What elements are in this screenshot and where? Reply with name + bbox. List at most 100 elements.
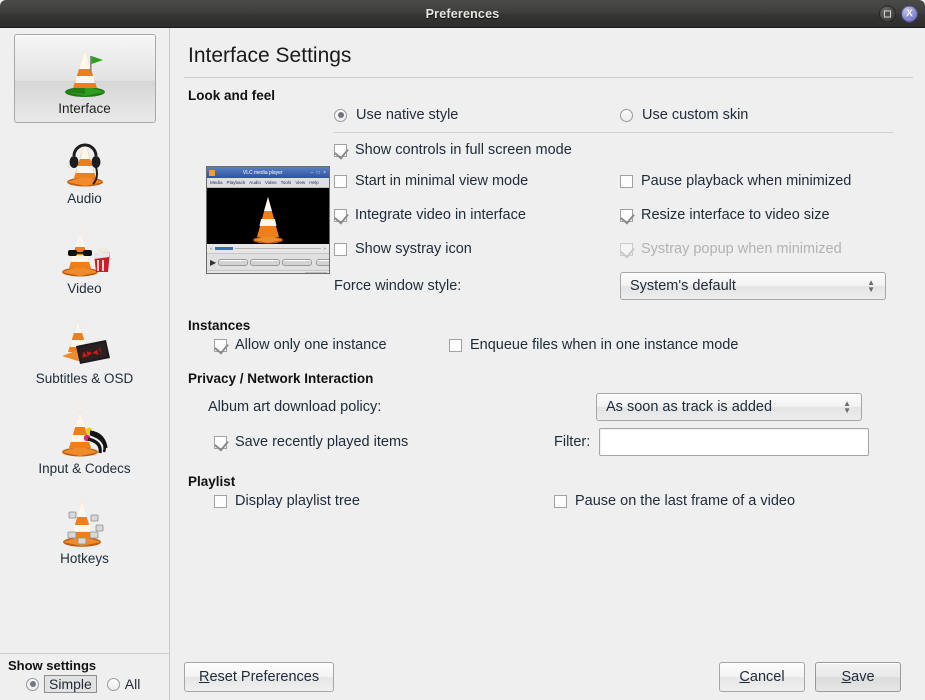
sidebar-item-hotkeys[interactable]: Hotkeys: [14, 484, 156, 573]
preferences-window: Preferences X Interface Audio Video ▲▶◀!…: [0, 0, 925, 700]
album-art-select[interactable]: As soon as track is added ▲ ▼: [596, 393, 862, 421]
reset-label: eset Preferences: [209, 669, 320, 685]
preview-menu-item: Media: [210, 180, 223, 185]
preview-window-buttons: ‒ □ ×: [310, 169, 327, 176]
checkbox-save-recent-box[interactable]: [214, 435, 227, 449]
checkbox-show-systray-box[interactable]: [334, 242, 347, 256]
force-window-style-select[interactable]: System's default ▲ ▼: [620, 272, 886, 300]
close-button[interactable]: X: [901, 5, 918, 22]
reset-mnemonic: R: [199, 669, 210, 685]
checkbox-resize-interface-label: Resize interface to video size: [641, 207, 830, 223]
preview-speed: 1.00x: [291, 273, 302, 274]
show-settings-all[interactable]: All: [106, 676, 141, 692]
checkbox-allow-one-instance-box[interactable]: [214, 338, 227, 352]
preview-fullscreen-icon: [316, 258, 329, 266]
show-settings-simple[interactable]: Simple: [26, 675, 97, 693]
preview-titlebar: VLC media player ‒ □ ×: [207, 167, 329, 178]
preview-stop-icon: [250, 258, 281, 266]
checkbox-enqueue-files-box[interactable]: [449, 338, 462, 352]
sidebar-item-video[interactable]: Video: [14, 214, 156, 303]
checkbox-save-recent[interactable]: Save recently played items: [184, 434, 554, 450]
radio-native-style-icon[interactable]: [334, 108, 347, 122]
checkbox-pause-last-frame[interactable]: Pause on the last frame of a video: [554, 493, 795, 509]
preview-seek-progress: [214, 247, 233, 250]
dialog-body: Interface Audio Video ▲▶◀! Subtitles & O…: [0, 28, 925, 700]
checkbox-pause-last-frame-box[interactable]: [554, 494, 567, 508]
checkbox-enqueue-files[interactable]: Enqueue files when in one instance mode: [449, 337, 738, 353]
checkbox-start-minimal-view-box[interactable]: [334, 174, 347, 188]
checkbox-systray-popup: Systray popup when minimized: [620, 241, 913, 257]
style-radio-group: Use native style Use custom skin: [184, 107, 913, 123]
sidebar-item-label: Interface: [58, 101, 111, 116]
checkbox-resize-interface[interactable]: Resize interface to video size: [620, 207, 913, 223]
preview-prev-icon: [218, 258, 249, 266]
instances-section: Instances Allow only one instance Enqueu…: [184, 318, 913, 353]
vlc-cone-subtitles-icon: ▲▶◀!: [54, 310, 116, 368]
instances-title: Instances: [188, 318, 251, 333]
preview-menu-item: Video: [264, 180, 277, 185]
checkbox-pause-last-frame-label: Pause on the last frame of a video: [575, 493, 796, 509]
sidebar-item-interface[interactable]: Interface: [13, 34, 156, 123]
playlist-section: Playlist Display playlist tree Pause on …: [184, 474, 913, 509]
look-and-feel-divider: [334, 132, 894, 133]
settings-sidebar: Interface Audio Video ▲▶◀! Subtitles & O…: [0, 28, 170, 700]
save-button[interactable]: Save: [815, 662, 901, 692]
checkbox-show-controls-fullscreen[interactable]: Show controls in full screen mode: [334, 142, 913, 158]
album-art-value: As soon as track is added: [606, 399, 773, 415]
sidebar-item-label: Input & Codecs: [38, 461, 131, 476]
checkbox-show-controls-fullscreen-box[interactable]: [334, 143, 347, 157]
radio-custom-skin-icon[interactable]: [620, 108, 633, 122]
options-row-1: Start in minimal view mode Pause playbac…: [334, 164, 913, 198]
preview-next-icon: [282, 258, 313, 266]
sidebar-item-input-codecs[interactable]: Input & Codecs: [14, 394, 156, 483]
sidebar-item-audio[interactable]: Audio: [14, 124, 156, 213]
preview-seek-track: [234, 248, 322, 249]
radio-all-icon[interactable]: [106, 677, 120, 691]
checkbox-resize-interface-box[interactable]: [620, 208, 633, 222]
show-settings-title: Show settings: [8, 658, 97, 673]
restore-button[interactable]: [879, 5, 896, 22]
title-divider: [184, 77, 913, 78]
sidebar-item-label: Audio: [67, 191, 102, 206]
filter-input[interactable]: [599, 428, 870, 456]
reset-preferences-button[interactable]: Reset Preferences: [184, 662, 335, 692]
preview-column: VLC media player ‒ □ × Media Playback Au…: [184, 164, 334, 306]
checkbox-display-playlist-tree-box[interactable]: [214, 494, 227, 508]
checkbox-pause-when-minimized-box[interactable]: [620, 174, 633, 188]
show-settings-simple-label: Simple: [44, 675, 97, 693]
checkbox-integrate-video-label: Integrate video in interface: [355, 207, 526, 223]
chevron-updown-icon: ▲ ▼: [843, 399, 851, 415]
checkbox-show-systray[interactable]: Show systray icon: [334, 241, 620, 257]
checkbox-display-playlist-tree[interactable]: Display playlist tree: [184, 493, 554, 509]
checkbox-integrate-video-box[interactable]: [334, 208, 347, 222]
radio-simple-icon[interactable]: [26, 677, 39, 691]
sidebar-item-subtitles-osd[interactable]: ▲▶◀! Subtitles & OSD: [14, 304, 156, 393]
checkbox-pause-when-minimized[interactable]: Pause playback when minimized: [620, 173, 913, 189]
cancel-button[interactable]: Cancel: [719, 662, 805, 692]
close-icon: X: [906, 8, 913, 19]
save-label: ave: [851, 669, 875, 685]
options-row-3: Show systray icon Systray popup when min…: [334, 232, 913, 266]
radio-use-native-style[interactable]: Use native style: [334, 107, 620, 123]
album-art-label: Album art download policy:: [208, 399, 382, 415]
checkbox-start-minimal-view-label: Start in minimal view mode: [355, 173, 529, 189]
radio-use-custom-skin[interactable]: Use custom skin: [620, 107, 748, 123]
checkbox-integrate-video[interactable]: Integrate video in interface: [334, 207, 620, 223]
options-row-2: Integrate video in interface Resize inte…: [334, 198, 913, 232]
checkbox-pause-when-minimized-label: Pause playback when minimized: [641, 173, 852, 189]
show-settings-section: Show settings Simple All: [0, 653, 169, 700]
preview-menu-item: Tools: [280, 180, 292, 185]
window-title: Preferences: [425, 6, 500, 21]
checkbox-start-minimal-view[interactable]: Start in minimal view mode: [334, 173, 620, 189]
checkbox-systray-popup-label: Systray popup when minimized: [641, 241, 842, 257]
preview-video-area: [207, 188, 329, 244]
sidebar-item-label: Hotkeys: [60, 551, 109, 566]
instances-options: Allow only one instance Enqueue files wh…: [184, 337, 913, 353]
vlc-cone-hotkeys-icon: [54, 490, 116, 548]
privacy-title: Privacy / Network Interaction: [188, 371, 374, 386]
show-settings-all-label: All: [124, 676, 141, 692]
checkbox-allow-one-instance[interactable]: Allow only one instance: [214, 337, 449, 353]
playlist-title: Playlist: [188, 474, 236, 489]
preview-menu-item: View: [295, 180, 306, 185]
preview-title: VLC media player: [242, 169, 283, 176]
